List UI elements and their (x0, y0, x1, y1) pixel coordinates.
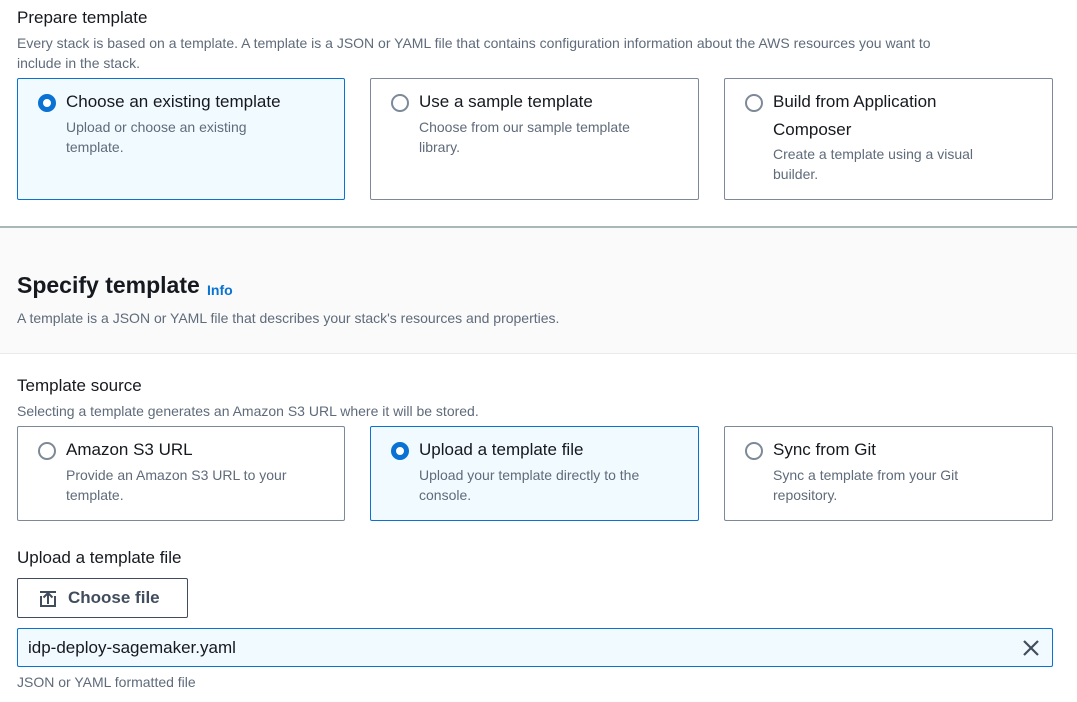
tile-description-line1: Sync a template from your Git (773, 467, 959, 483)
radio-amazon-s3-url[interactable] (38, 442, 56, 460)
radio-upload-template-file[interactable] (391, 442, 409, 460)
tile-title: Choose an existing template (66, 92, 281, 111)
tile-build-from-application-composer[interactable]: Build from Application Composer Create a… (724, 78, 1053, 200)
tile-upload-template-file[interactable]: Upload a template file Upload your templ… (370, 426, 699, 521)
template-source-label: Template source (17, 376, 142, 395)
tile-sync-from-git[interactable]: Sync from Git Sync a template from your … (724, 426, 1053, 521)
specify-template-heading: Specify template (17, 272, 200, 298)
tile-title: Sync from Git (773, 440, 876, 459)
info-link[interactable]: Info (207, 282, 233, 298)
radio-build-from-composer[interactable] (745, 94, 763, 112)
tile-description-line2: builder. (773, 166, 819, 182)
tile-use-sample-template[interactable]: Use a sample template Choose from our sa… (370, 78, 699, 200)
tile-description-line2: repository. (773, 487, 838, 503)
prepare-template-description-line1: Every stack is based on a template. A te… (17, 35, 931, 51)
tile-title: Upload a template file (419, 440, 584, 459)
tile-description-line1: Provide an Amazon S3 URL to your (66, 467, 287, 483)
tile-description-line1: Create a template using a visual (773, 146, 973, 162)
tile-description-line1: Upload or choose an existing (66, 119, 247, 135)
prepare-template-label: Prepare template (17, 8, 148, 27)
tile-description-line2: template. (66, 487, 124, 503)
upload-icon (39, 590, 57, 608)
radio-choose-existing[interactable] (38, 94, 56, 112)
tile-title-line2: Composer (773, 120, 852, 139)
tile-amazon-s3-url[interactable]: Amazon S3 URL Provide an Amazon S3 URL t… (17, 426, 345, 521)
specify-template-description: A template is a JSON or YAML file that d… (17, 310, 560, 326)
choose-file-label: Choose file (68, 588, 160, 607)
selected-file-name: idp-deploy-sagemaker.yaml (28, 638, 236, 657)
tile-title: Use a sample template (419, 92, 593, 111)
radio-use-sample[interactable] (391, 94, 409, 112)
tile-description-line1: Choose from our sample template (419, 119, 630, 135)
choose-file-button[interactable]: Choose file (17, 578, 188, 618)
prepare-template-description-line2: include in the stack. (17, 55, 140, 71)
prepare-template-section: Prepare template Every stack is based on… (0, 0, 1077, 226)
tile-description-line1: Upload your template directly to the (419, 467, 640, 483)
radio-sync-from-git[interactable] (745, 442, 763, 460)
template-source-description: Selecting a template generates an Amazon… (17, 403, 479, 419)
tile-description-line2: console. (419, 487, 472, 503)
selected-file-field: idp-deploy-sagemaker.yaml (17, 628, 1053, 667)
tile-title-line1: Build from Application (773, 92, 937, 111)
close-icon[interactable] (1021, 638, 1041, 658)
tile-title: Amazon S3 URL (66, 440, 193, 459)
tile-description-line2: library. (419, 139, 460, 155)
upload-template-file-label: Upload a template file (17, 548, 182, 567)
file-format-hint: JSON or YAML formatted file (17, 674, 196, 690)
tile-choose-existing-template[interactable]: Choose an existing template Upload or ch… (17, 78, 345, 200)
tile-description-line2: template. (66, 139, 124, 155)
